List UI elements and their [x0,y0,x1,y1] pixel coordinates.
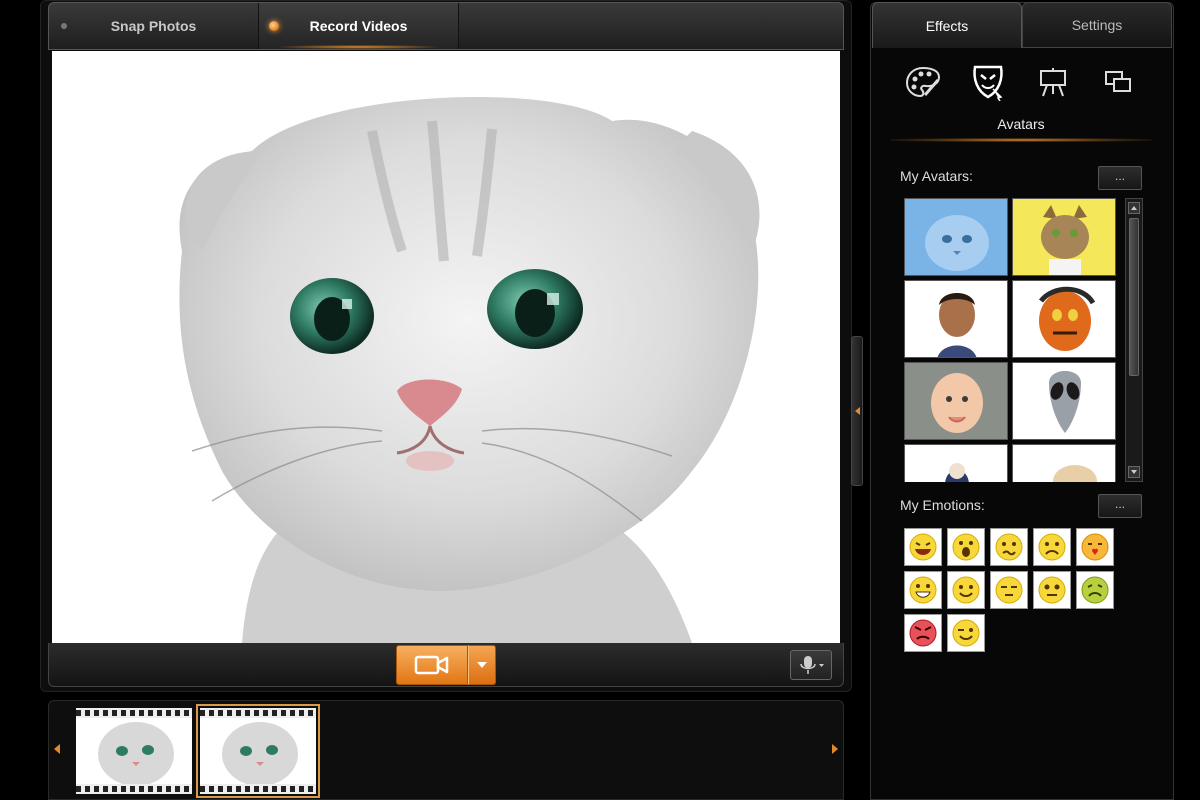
avatar-item-alien[interactable] [1012,362,1116,440]
emotion-surprised-icon[interactable] [947,528,985,566]
tab-snap-photos-label: Snap Photos [110,18,197,34]
avatars-more-button[interactable]: ... [1098,166,1142,190]
filmstrip-thumbnail[interactable] [76,708,192,794]
video-preview[interactable] [52,51,840,643]
avatar-mask-icon[interactable] [968,62,1008,102]
record-options-dropdown[interactable] [468,645,496,685]
filmstrip-next-arrow-icon[interactable] [832,744,838,754]
tab-effects-label: Effects [925,17,969,34]
avatar-item-monster[interactable] [1012,280,1116,358]
palette-icon[interactable] [903,62,943,102]
avatar-item-character-blue[interactable] [904,444,1008,482]
main-tabbar: Snap Photos Record Videos [48,2,844,50]
emotion-smile-icon[interactable] [947,571,985,609]
scene-easel-icon[interactable] [1033,62,1073,102]
avatar-item-cartoon-man[interactable] [904,280,1008,358]
chevron-down-icon [477,662,487,668]
emotion-confused-icon[interactable] [990,528,1028,566]
active-effect-underline [890,138,1152,142]
scrollbar-thumb[interactable] [1129,218,1139,376]
my-emotions-label: My Emotions: [900,497,985,513]
emotion-kiss-icon[interactable] [1076,528,1114,566]
kitten-thumbnail-image [200,718,316,784]
emotion-sad-icon[interactable] [1033,528,1071,566]
side-tabbar: Effects Settings [872,2,1172,48]
avatar-item-baby[interactable] [904,362,1008,440]
kitten-preview-image [52,51,840,643]
microphone-icon [800,656,824,674]
filmstrip-thumbnail-selected[interactable] [196,704,320,798]
tab-record-videos[interactable]: Record Videos [259,3,459,49]
tab-snap-photos[interactable]: Snap Photos [49,3,259,49]
emotion-angry-icon[interactable] [904,614,942,652]
tab-effects[interactable]: Effects [872,2,1022,48]
emotion-grin-icon[interactable] [904,571,942,609]
emotion-laugh-icon[interactable] [904,528,942,566]
avatar-item-blue-kitten[interactable] [904,198,1008,276]
panel-splitter[interactable] [851,336,863,486]
tab-settings-label: Settings [1071,17,1123,33]
scroll-up-arrow-icon[interactable] [1128,202,1140,214]
video-camera-icon [414,655,449,675]
record-button[interactable] [396,645,468,685]
collapse-arrow-icon [855,407,860,415]
frames-icon[interactable] [1098,62,1138,102]
tab-record-videos-label: Record Videos [309,18,408,34]
tab-active-indicator-icon [269,21,279,31]
filmstrip-prev-arrow-icon[interactable] [54,744,60,754]
emotion-wink-icon[interactable] [947,614,985,652]
kitten-thumbnail-image [76,718,192,784]
avatar-grid [900,196,1122,482]
avatar-item-puppy[interactable] [1012,444,1116,482]
effect-category-bar [890,58,1150,106]
emotion-sleepy-icon[interactable] [990,571,1028,609]
scroll-down-arrow-icon[interactable] [1128,466,1140,478]
emotion-worried-icon[interactable] [1033,571,1071,609]
avatar-item-tabby-cat[interactable] [1012,198,1116,276]
tab-indicator-icon [61,23,67,29]
emotions-more-button[interactable]: ... [1098,494,1142,518]
tab-settings[interactable]: Settings [1022,2,1172,48]
emotion-sick-icon[interactable] [1076,571,1114,609]
microphone-button[interactable] [790,650,832,680]
my-avatars-label: My Avatars: [900,168,973,184]
